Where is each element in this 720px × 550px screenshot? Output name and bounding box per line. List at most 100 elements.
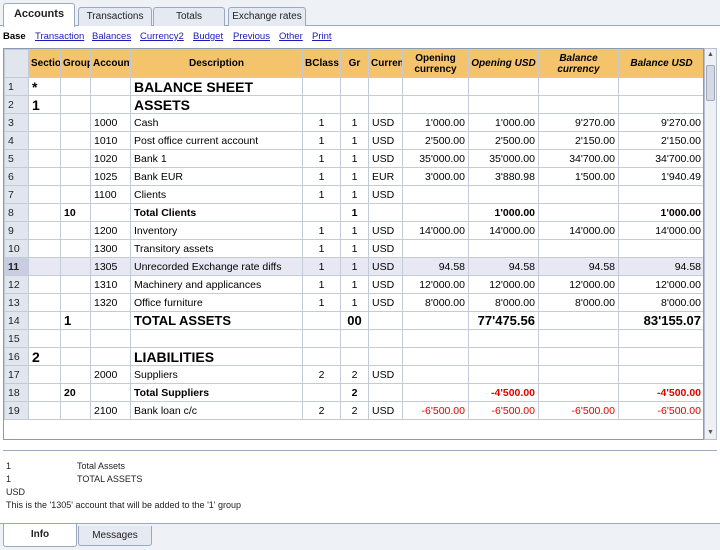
header-currency[interactable]: Currency bbox=[368, 49, 403, 78]
cell-currency[interactable]: USD bbox=[368, 275, 403, 294]
cell-group[interactable] bbox=[60, 149, 91, 168]
cell-bclass[interactable]: 1 bbox=[302, 149, 341, 168]
cell-opening-usd[interactable]: 14'000.00 bbox=[468, 221, 539, 240]
cell-gr[interactable]: 00 bbox=[340, 311, 369, 330]
cell-gr[interactable]: 1 bbox=[340, 167, 369, 186]
cell-opening-usd[interactable]: 1'000.00 bbox=[468, 113, 539, 132]
cell-gr[interactable]: 1 bbox=[340, 113, 369, 132]
cell-description[interactable]: BALANCE SHEET bbox=[130, 77, 303, 96]
cell-group[interactable] bbox=[60, 185, 91, 204]
cell-balance-usd[interactable] bbox=[618, 365, 703, 384]
cell-description[interactable]: Transitory assets bbox=[130, 239, 303, 258]
cell-balance-currency[interactable] bbox=[538, 347, 619, 366]
cell-section[interactable]: 1 bbox=[28, 95, 61, 114]
cell-description[interactable]: Clients bbox=[130, 185, 303, 204]
cell-description[interactable]: Bank EUR bbox=[130, 167, 303, 186]
cell-bclass[interactable]: 2 bbox=[302, 365, 341, 384]
cell-currency[interactable]: EUR bbox=[368, 167, 403, 186]
cell-account[interactable] bbox=[90, 77, 131, 96]
header-opening-usd[interactable]: Opening USD bbox=[468, 49, 539, 78]
cell-balance-currency[interactable]: 2'150.00 bbox=[538, 131, 619, 150]
cell-section[interactable] bbox=[28, 239, 61, 258]
cell-account[interactable] bbox=[90, 95, 131, 114]
cell-currency[interactable]: USD bbox=[368, 293, 403, 312]
cell-section[interactable] bbox=[28, 203, 61, 222]
header-account[interactable]: Account bbox=[90, 49, 131, 78]
cell-balance-usd[interactable] bbox=[618, 347, 703, 366]
cell-gr[interactable]: 1 bbox=[340, 293, 369, 312]
cell-account[interactable]: 1300 bbox=[90, 239, 131, 258]
cell-balance-usd[interactable]: 34'700.00 bbox=[618, 149, 703, 168]
cell-section[interactable] bbox=[28, 131, 61, 150]
cell-section[interactable] bbox=[28, 221, 61, 240]
cell-balance-usd[interactable] bbox=[618, 77, 703, 96]
cell-opening-usd[interactable] bbox=[468, 77, 539, 96]
cell-balance-currency[interactable] bbox=[538, 311, 619, 330]
cell-balance-currency[interactable]: 94.58 bbox=[538, 257, 619, 276]
cell-opening-currency[interactable] bbox=[402, 365, 469, 384]
cell-bclass[interactable]: 1 bbox=[302, 113, 341, 132]
grid-vertical-scrollbar[interactable]: ▲ ▼ bbox=[704, 48, 717, 440]
cell-description[interactable]: Total Suppliers bbox=[130, 383, 303, 402]
cell-opening-currency[interactable] bbox=[402, 383, 469, 402]
cell-description[interactable]: Suppliers bbox=[130, 365, 303, 384]
cell-account[interactable]: 2100 bbox=[90, 401, 131, 420]
cell-opening-usd[interactable] bbox=[468, 185, 539, 204]
cell-currency[interactable]: USD bbox=[368, 239, 403, 258]
cell-opening-currency[interactable] bbox=[402, 347, 469, 366]
cell-group[interactable]: 10 bbox=[60, 203, 91, 222]
cell-balance-usd[interactable]: 8'000.00 bbox=[618, 293, 703, 312]
cell-group[interactable] bbox=[60, 347, 91, 366]
cell-section[interactable] bbox=[28, 365, 61, 384]
cell-currency[interactable] bbox=[368, 383, 403, 402]
cell-gr[interactable] bbox=[340, 77, 369, 96]
cell-opening-currency[interactable] bbox=[402, 239, 469, 258]
cell-currency[interactable] bbox=[368, 203, 403, 222]
cell-opening-usd[interactable] bbox=[468, 347, 539, 366]
cell-currency[interactable]: USD bbox=[368, 185, 403, 204]
cell-description[interactable]: Inventory bbox=[130, 221, 303, 240]
cell-group[interactable] bbox=[60, 221, 91, 240]
cell-balance-usd[interactable]: 83'155.07 bbox=[618, 311, 703, 330]
cell-group[interactable] bbox=[60, 293, 91, 312]
cell-account[interactable]: 1100 bbox=[90, 185, 131, 204]
cell-section[interactable] bbox=[28, 329, 61, 348]
cell-opening-currency[interactable] bbox=[402, 329, 469, 348]
cell-account[interactable]: 1305 bbox=[90, 257, 131, 276]
cell-balance-usd[interactable]: -6'500.00 bbox=[618, 401, 703, 420]
cell-description[interactable]: LIABILITIES bbox=[130, 347, 303, 366]
cell-balance-currency[interactable]: 9'270.00 bbox=[538, 113, 619, 132]
cell-opening-usd[interactable]: -6'500.00 bbox=[468, 401, 539, 420]
cell-balance-currency[interactable] bbox=[538, 185, 619, 204]
cell-opening-usd[interactable] bbox=[468, 365, 539, 384]
cell-description[interactable] bbox=[130, 329, 303, 348]
cell-opening-currency[interactable] bbox=[402, 95, 469, 114]
cell-balance-usd[interactable]: 1'000.00 bbox=[618, 203, 703, 222]
cell-gr[interactable]: 1 bbox=[340, 239, 369, 258]
cell-balance-currency[interactable]: 1'500.00 bbox=[538, 167, 619, 186]
cell-section[interactable] bbox=[28, 383, 61, 402]
view-previous[interactable]: Previous bbox=[233, 31, 270, 42]
cell-group[interactable] bbox=[60, 239, 91, 258]
cell-opening-currency[interactable]: 35'000.00 bbox=[402, 149, 469, 168]
cell-bclass[interactable]: 1 bbox=[302, 221, 341, 240]
cell-group[interactable]: 1 bbox=[60, 311, 91, 330]
table-row[interactable]: 15 bbox=[4, 329, 703, 348]
header-bclass[interactable]: BClass bbox=[302, 49, 341, 78]
cell-bclass[interactable]: 1 bbox=[302, 239, 341, 258]
cell-balance-usd[interactable]: 9'270.00 bbox=[618, 113, 703, 132]
cell-gr[interactable]: 1 bbox=[340, 221, 369, 240]
cell-opening-usd[interactable] bbox=[468, 239, 539, 258]
cell-balance-currency[interactable]: -6'500.00 bbox=[538, 401, 619, 420]
cell-gr[interactable]: 2 bbox=[340, 365, 369, 384]
cell-gr[interactable]: 1 bbox=[340, 131, 369, 150]
cell-currency[interactable]: USD bbox=[368, 221, 403, 240]
cell-description[interactable]: Total Clients bbox=[130, 203, 303, 222]
cell-opening-usd[interactable] bbox=[468, 95, 539, 114]
cell-opening-usd[interactable]: 94.58 bbox=[468, 257, 539, 276]
cell-opening-currency[interactable] bbox=[402, 203, 469, 222]
cell-section[interactable] bbox=[28, 113, 61, 132]
table-row[interactable]: 18 20 Total Suppliers 2 -4'500.00 -4'500.00 bbox=[4, 383, 703, 402]
table-row[interactable]: 13 1320 Office furniture 1 1 USD 8'000.00 8'000… bbox=[4, 293, 703, 312]
cell-account[interactable]: 1320 bbox=[90, 293, 131, 312]
